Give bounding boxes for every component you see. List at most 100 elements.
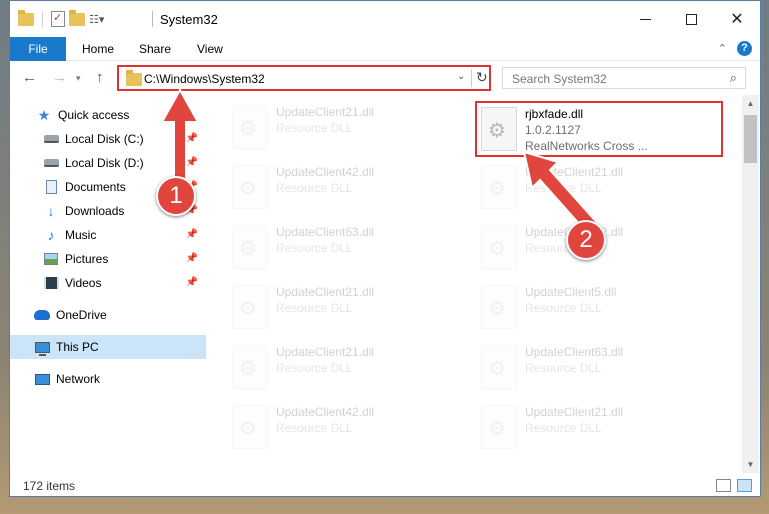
pin-icon: 📌 xyxy=(185,253,198,264)
dll-file-icon xyxy=(232,165,268,209)
cloud-icon xyxy=(34,307,50,323)
details-view-icon[interactable] xyxy=(716,479,731,492)
recent-locations-icon[interactable]: ▾ xyxy=(76,73,81,84)
ribbon-controls: ⌃ ? xyxy=(718,41,752,56)
music-icon: ♪ xyxy=(47,227,55,243)
dll-file-icon xyxy=(232,405,268,449)
scroll-down-icon[interactable]: ▼ xyxy=(742,456,759,473)
tab-file[interactable]: File xyxy=(10,37,66,61)
file-tile[interactable]: UpdateClient63.dll Resource DLL xyxy=(477,341,707,395)
sidebar-item-pictures[interactable]: Pictures 📌 xyxy=(10,247,206,271)
file-type: Resource DLL xyxy=(525,421,602,435)
dll-file-icon xyxy=(232,105,268,149)
file-type: Resource DLL xyxy=(276,361,353,375)
tab-view[interactable]: View xyxy=(185,37,235,61)
drive-icon xyxy=(43,131,59,147)
minimize-icon xyxy=(639,18,651,20)
tab-home[interactable]: Home xyxy=(70,37,126,61)
file-name: UpdateClient21.dll xyxy=(276,285,375,299)
sidebar-item-onedrive[interactable]: OneDrive xyxy=(10,303,206,327)
download-icon: ↓ xyxy=(47,203,55,219)
ribbon-tabs: File Home Share View ⌃ ? xyxy=(10,37,760,61)
file-version: 1.0.2.1127 xyxy=(525,123,581,137)
vertical-scrollbar[interactable]: ▲ ▼ xyxy=(742,95,759,473)
folder-icon xyxy=(126,70,142,86)
up-arrow-icon[interactable]: ↑ xyxy=(96,69,104,86)
dll-file-icon xyxy=(232,225,268,269)
sidebar-item-network[interactable]: Network xyxy=(10,367,206,391)
title-divider xyxy=(152,11,153,27)
address-divider xyxy=(471,69,472,87)
sidebar-item-label: Pictures xyxy=(65,252,109,266)
sidebar-item-music[interactable]: ♪ Music 📌 xyxy=(10,223,206,247)
computer-icon xyxy=(34,339,50,356)
maximize-icon xyxy=(685,13,697,25)
pictures-icon xyxy=(43,251,59,267)
file-tile[interactable]: UpdateClient42.dll Resource DLL xyxy=(228,161,458,215)
search-input[interactable]: Search System32 ⌕ xyxy=(502,67,746,89)
window-title: System32 xyxy=(160,12,218,27)
back-arrow-icon[interactable]: ← xyxy=(22,69,37,86)
sidebar-item-label: This PC xyxy=(56,340,99,354)
file-tile[interactable]: UpdateClient63.dll Resource DLL xyxy=(228,221,458,275)
dll-file-icon xyxy=(232,285,268,329)
address-dropdown-icon[interactable]: ⌄ xyxy=(457,71,465,82)
address-path[interactable]: C:\Windows\System32 xyxy=(144,72,265,86)
file-type: Resource DLL xyxy=(525,361,602,375)
sidebar-item-label: Local Disk (C:) xyxy=(65,132,144,146)
tab-share[interactable]: Share xyxy=(127,37,183,61)
collapse-ribbon-icon[interactable]: ⌃ xyxy=(718,42,727,55)
dll-file-icon xyxy=(481,405,517,449)
file-tile[interactable]: UpdateClient21.dll Resource DLL xyxy=(477,401,707,455)
file-type: Resource DLL xyxy=(525,301,602,315)
annotation-badge-1: 1 xyxy=(156,176,196,216)
file-name: UpdateClient21.dll xyxy=(276,345,375,359)
new-folder-icon[interactable] xyxy=(69,9,85,26)
file-tile[interactable]: UpdateClient42.dll Resource DLL xyxy=(228,401,458,455)
file-tile[interactable]: UpdateClient21.dll Resource DLL xyxy=(228,341,458,395)
minimize-button[interactable] xyxy=(622,1,668,37)
customize-toolbar-icon[interactable]: ☷▾ xyxy=(89,13,104,26)
sidebar-item-videos[interactable]: Videos 📌 xyxy=(10,271,206,295)
file-name: UpdateClient63.dll xyxy=(276,225,375,239)
forward-arrow-icon[interactable]: → xyxy=(52,69,67,86)
item-count: 172 items xyxy=(23,479,76,493)
file-name: UpdateClient21.dll xyxy=(276,105,375,119)
file-name: UpdateClient5.dll xyxy=(525,285,617,299)
pin-icon: 📌 xyxy=(185,277,198,288)
file-type: Resource DLL xyxy=(276,121,353,135)
properties-icon[interactable] xyxy=(51,11,65,27)
tiles-view-icon[interactable] xyxy=(737,479,752,492)
sidebar-item-label: Network xyxy=(56,372,101,386)
videos-icon xyxy=(43,275,59,291)
dll-file-icon xyxy=(481,225,517,269)
navigation-bar: ← → ▾ ↑ C:\Windows\System32 ⌄ ↻ Search S… xyxy=(10,61,760,95)
file-type: Resource DLL xyxy=(276,301,353,315)
file-list: UpdateClient21.dll Resource DLL UpdateCl… xyxy=(210,95,742,473)
refresh-icon[interactable]: ↻ xyxy=(476,69,488,86)
scroll-up-icon[interactable]: ▲ xyxy=(742,95,759,112)
view-switcher xyxy=(716,479,752,492)
search-icon[interactable]: ⌕ xyxy=(730,70,737,86)
sidebar-item-label: Videos xyxy=(65,276,102,290)
annotation-badge-2: 2 xyxy=(566,220,606,260)
quick-access-toolbar: ☷▾ xyxy=(18,9,104,27)
documents-icon xyxy=(43,179,59,195)
dll-file-icon xyxy=(232,345,268,389)
dll-file-icon xyxy=(481,165,517,209)
help-icon[interactable]: ? xyxy=(737,41,752,56)
maximize-button[interactable] xyxy=(668,1,714,37)
file-tile[interactable]: UpdateClient21.dll Resource DLL xyxy=(228,101,458,155)
file-explorer-window: ☷▾ System32 ✕ File Home Share View ⌃ ? ←… xyxy=(9,0,761,497)
search-placeholder: Search System32 xyxy=(512,72,607,86)
scrollbar-thumb[interactable] xyxy=(744,115,757,163)
sidebar-item-label: OneDrive xyxy=(56,308,107,322)
dll-file-icon xyxy=(481,345,517,389)
status-bar: 172 items xyxy=(10,475,760,496)
file-type: Resource DLL xyxy=(276,181,353,195)
close-button[interactable]: ✕ xyxy=(714,1,760,37)
file-name: UpdateClient63.dll xyxy=(525,345,624,359)
file-tile[interactable]: UpdateClient21.dll Resource DLL xyxy=(228,281,458,335)
sidebar-item-this-pc[interactable]: This PC xyxy=(10,335,206,359)
file-tile[interactable]: UpdateClient5.dll Resource DLL xyxy=(477,281,707,335)
